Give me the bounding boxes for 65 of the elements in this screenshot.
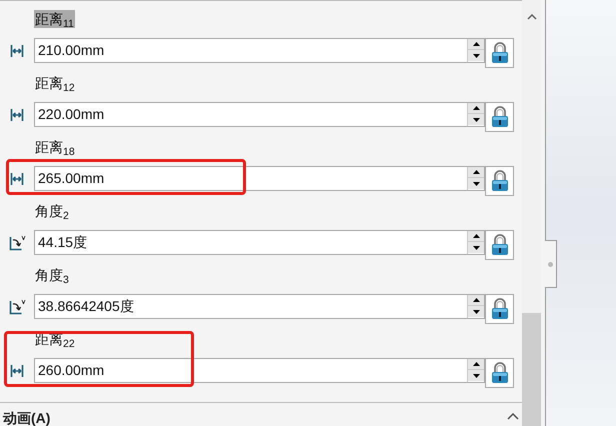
- increment-button[interactable]: [468, 39, 484, 50]
- value-field[interactable]: 44.15度: [34, 230, 485, 255]
- scrollbar-thumb[interactable]: [522, 313, 541, 426]
- value-field[interactable]: 265.00mm: [34, 166, 485, 191]
- distance-dimension-icon: [10, 108, 24, 122]
- distance-dimension-icon: [10, 364, 24, 378]
- up-triangle-icon: [472, 170, 480, 174]
- lock-button[interactable]: [485, 230, 514, 260]
- field-value: 44.15度: [37, 233, 88, 252]
- lock-icon: [490, 234, 508, 256]
- decrement-button[interactable]: [468, 306, 484, 317]
- lock-icon: [490, 170, 508, 192]
- lock-button[interactable]: [485, 294, 514, 324]
- lock-icon: [490, 106, 508, 128]
- decrement-button[interactable]: [468, 178, 484, 189]
- up-triangle-icon: [472, 362, 480, 366]
- field-value: 210.00mm: [37, 41, 104, 60]
- up-triangle-icon: [472, 42, 480, 46]
- down-triangle-icon: [472, 310, 480, 314]
- dimension-label: 角度$_{2}$: [34, 202, 70, 220]
- down-triangle-icon: [472, 182, 480, 186]
- field-value: 265.00mm: [37, 169, 104, 188]
- down-triangle-icon: [472, 118, 480, 122]
- value-field[interactable]: 38.86642405度: [34, 294, 485, 319]
- panel-collapse-handle[interactable]: [545, 240, 557, 288]
- scrollbar[interactable]: [522, 0, 541, 426]
- up-triangle-icon: [472, 298, 480, 302]
- decrement-button[interactable]: [468, 242, 484, 253]
- increment-button[interactable]: [468, 103, 484, 114]
- distance-dimension-icon: [10, 44, 24, 58]
- angle-dimension-icon: [8, 298, 26, 314]
- increment-button[interactable]: [468, 295, 484, 306]
- section-title[interactable]: 动画(A): [0, 403, 50, 426]
- distance-dimension-icon: [10, 172, 24, 186]
- down-triangle-icon: [472, 246, 480, 250]
- down-triangle-icon: [472, 374, 480, 378]
- lock-button[interactable]: [485, 102, 514, 132]
- increment-button[interactable]: [468, 167, 484, 178]
- lock-icon: [490, 298, 508, 320]
- lock-icon: [490, 42, 508, 64]
- decrement-button[interactable]: [468, 50, 484, 61]
- lock-button[interactable]: [485, 358, 514, 388]
- dimension-label: 距离$_{12}$: [34, 74, 76, 92]
- dimension-label: 角度$_{3}$: [34, 266, 70, 284]
- dimension-label: 距离$_{18}$: [34, 138, 76, 156]
- increment-button[interactable]: [468, 359, 484, 370]
- lock-icon: [490, 362, 508, 384]
- lock-button[interactable]: [485, 38, 514, 68]
- dimension-label: 距离$_{11}$: [34, 10, 75, 28]
- up-triangle-icon: [472, 234, 480, 238]
- decrement-button[interactable]: [468, 114, 484, 125]
- field-value: 220.00mm: [37, 105, 104, 124]
- increment-button[interactable]: [468, 231, 484, 242]
- decrement-button[interactable]: [468, 370, 484, 381]
- chevron-up-icon[interactable]: [526, 14, 536, 20]
- field-value: 260.00mm: [37, 361, 104, 380]
- up-triangle-icon: [472, 106, 480, 110]
- chevron-up-icon[interactable]: [507, 413, 519, 420]
- value-field[interactable]: 220.00mm: [34, 102, 485, 127]
- angle-dimension-icon: [8, 234, 26, 250]
- down-triangle-icon: [472, 54, 480, 58]
- value-field[interactable]: 210.00mm: [34, 38, 485, 63]
- field-value: 38.86642405度: [37, 297, 134, 316]
- lock-button[interactable]: [485, 166, 514, 196]
- value-field[interactable]: 260.00mm: [34, 358, 485, 383]
